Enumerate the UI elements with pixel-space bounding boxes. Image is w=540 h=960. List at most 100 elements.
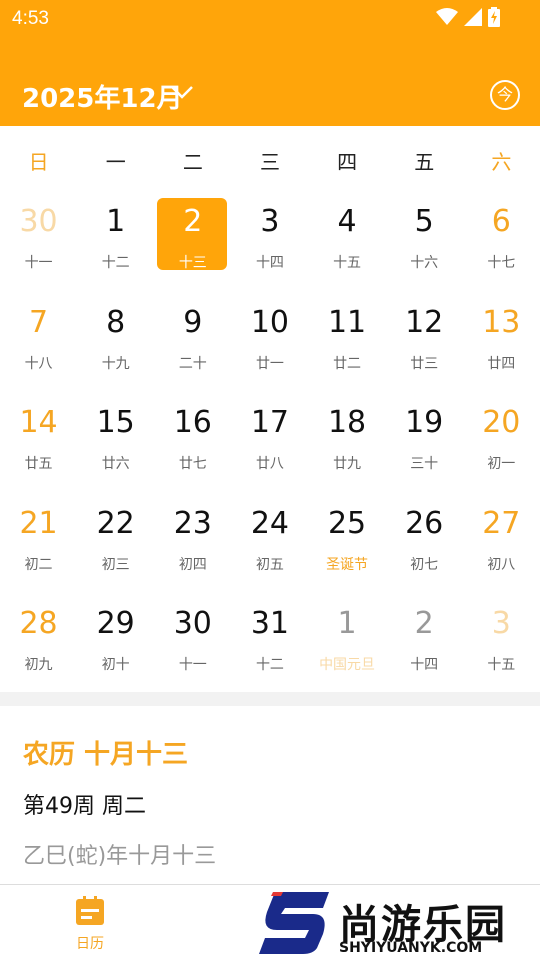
calendar-day[interactable]: 5 十六 [386,198,463,299]
calendar-day[interactable]: 1 中国元旦 [309,600,386,701]
nav-item-calendar[interactable]: 日历 [60,895,120,953]
calendar-day[interactable]: 15 廿六 [77,399,154,500]
calendar-day[interactable]: 28 初九 [0,600,77,701]
calendar-day[interactable]: 7 十八 [0,299,77,400]
day-number: 22 [96,505,135,541]
lunar-day-label: 初四 [178,556,207,573]
lunar-day-label: 三十 [410,456,439,473]
lunar-day-label: 十四 [255,255,284,271]
calendar-week-row: 7 十八 8 十九 9 二十 10 廿一 11 廿二 12 廿三 13 廿四 [0,299,540,400]
weekday-label: 四 [337,150,358,174]
day-number: 14 [19,405,58,441]
calendar-day[interactable]: 20 初一 [463,399,540,500]
app-header: 4:53 2025年12月 今 [0,0,540,126]
weekday-label: 五 [414,150,435,174]
calendar-day[interactable]: 2 十四 [386,600,463,701]
day-number: 11 [327,304,367,340]
calendar-day-selected[interactable]: 2 十三 [154,198,231,299]
calendar-day[interactable]: 10 廿一 [231,299,308,400]
day-number: 3 [491,606,511,642]
chevron-down-icon[interactable] [170,84,194,100]
watermark-logo-icon [259,892,329,954]
ganzhi-date: 乙巳(蛇)年十月十三 [23,844,217,869]
calendar-day[interactable]: 26 初七 [386,500,463,601]
day-number: 12 [405,304,444,340]
calendar-day[interactable]: 4 十五 [309,198,386,299]
calendar-day[interactable]: 24 初五 [231,500,308,601]
day-number: 15 [96,405,135,441]
lunar-day-label: 初七 [410,556,439,573]
calendar-icon [76,896,104,925]
lunar-day-label: 十一 [24,255,53,271]
lunar-day-label: 十七 [487,255,516,271]
calendar-week-row: 30 十一 1 十二 2 十三 3 十四 4 十五 5 十六 6 十七 [0,198,540,299]
day-number: 2 [414,606,434,642]
day-number: 1 [106,204,126,239]
calendar-day[interactable]: 3 十五 [463,600,540,701]
lunar-day-label: 初八 [487,556,516,573]
day-number: 24 [250,505,290,541]
calendar-day[interactable]: 31 十二 [231,600,308,701]
lunar-day-label: 十五 [487,657,516,674]
calendar-day[interactable]: 6 十七 [463,198,540,299]
calendar-day[interactable]: 16 廿七 [154,399,231,500]
day-number: 5 [414,204,434,239]
watermark: 尚游乐园 SHYIYUANYK.COM [255,886,540,960]
week-info: 第49周 周二 [23,794,146,819]
festival-label: 中国元旦 [319,657,376,674]
calendar-day[interactable]: 13 廿四 [463,299,540,400]
lunar-day-label: 十三 [178,255,207,271]
calendar-day[interactable]: 19 三十 [386,399,463,500]
day-number: 2 [183,204,203,239]
calendar-day[interactable]: 17 廿八 [231,399,308,500]
calendar-day[interactable]: 14 廿五 [0,399,77,500]
lunar-day-label: 初十 [101,657,130,674]
calendar-day[interactable]: 23 初四 [154,500,231,601]
calendar-day[interactable]: 3 十四 [231,198,308,299]
lunar-day-label: 十九 [101,355,130,372]
lunar-day-label: 十二 [101,255,130,271]
signal-icon [464,8,482,26]
calendar-day[interactable]: 29 初十 [77,600,154,701]
lunar-day-label: 廿六 [101,456,130,473]
day-number: 3 [260,204,280,239]
calendar-day[interactable]: 30 十一 [0,198,77,299]
month-title[interactable]: 2025年12月 [22,78,183,115]
lunar-date: 农历 十月十三 [23,740,189,770]
day-number: 29 [96,606,135,642]
day-number: 18 [327,405,367,441]
day-number: 10 [250,304,290,340]
section-divider [0,692,540,706]
lunar-day-label: 廿三 [410,355,439,372]
today-button[interactable]: 今 [490,80,520,110]
calendar-day[interactable]: 18 廿九 [309,399,386,500]
festival-label: 圣诞节 [326,556,369,573]
calendar-day[interactable]: 27 初八 [463,500,540,601]
calendar-day[interactable]: 21 初二 [0,500,77,601]
calendar-day[interactable]: 8 十九 [77,299,154,400]
day-number: 28 [19,606,58,642]
lunar-day-label: 廿八 [255,456,284,473]
status-icons [436,7,500,27]
lunar-day-label: 十八 [24,355,53,372]
calendar-day[interactable]: 11 廿二 [309,299,386,400]
calendar-day[interactable]: 9 二十 [154,299,231,400]
lunar-day-label: 廿九 [333,456,362,473]
calendar-day[interactable]: 30 十一 [154,600,231,701]
watermark-url: SHYIYUANYK.COM [339,940,483,956]
weekday-label: 二 [182,150,203,174]
lunar-day-label: 廿二 [333,355,362,372]
day-number: 7 [29,304,49,340]
calendar-day[interactable]: 25 圣诞节 [309,500,386,601]
day-number: 21 [19,505,58,541]
weekday-label: 一 [105,150,126,174]
calendar-day[interactable]: 1 十二 [77,198,154,299]
weekday-header: 日 一 二 三 四 五 六 [0,126,540,198]
lunar-day-label: 十四 [410,657,439,674]
day-number: 27 [482,505,521,541]
calendar-grid: 30 十一 1 十二 2 十三 3 十四 4 十五 5 十六 6 十七 7 十八 8 十九 9 二十 10 廿一 11 廿二 1… [0,198,540,701]
lunar-day-label: 初九 [24,657,53,674]
calendar-day[interactable]: 22 初三 [77,500,154,601]
calendar-day[interactable]: 12 廿三 [386,299,463,400]
nav-item-label: 日历 [76,936,104,952]
